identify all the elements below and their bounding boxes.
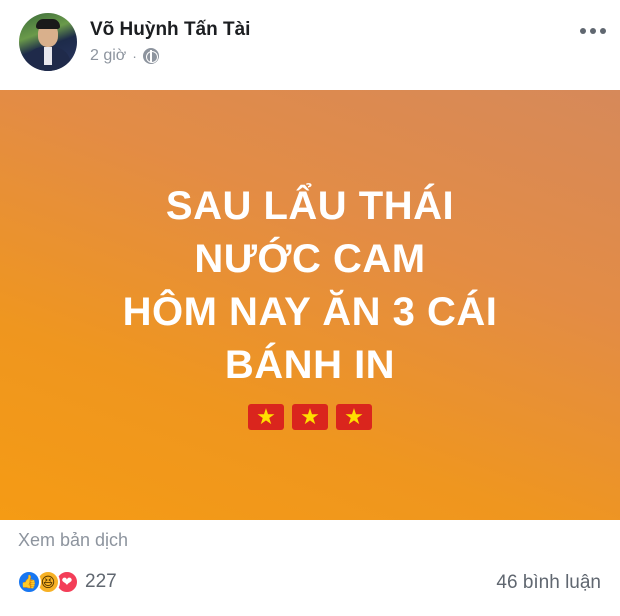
flags-row: ★ ★ ★ bbox=[248, 404, 372, 430]
like-icon: 👍 bbox=[17, 570, 41, 594]
comments-count-link[interactable]: 46 bình luận bbox=[496, 572, 601, 594]
meta-separator: · bbox=[132, 48, 137, 64]
banner-line-3: HÔM NAY ĂN 3 CÁI bbox=[122, 290, 498, 334]
avatar-shirt bbox=[44, 47, 52, 65]
author-name[interactable]: Võ Huỳnh Tấn Tài bbox=[90, 19, 250, 41]
vietnam-flag-icon: ★ bbox=[292, 404, 328, 430]
post-header: Võ Huỳnh Tấn Tài 2 giờ · bbox=[0, 0, 620, 90]
banner-line-1: SAU LẨU THÁI bbox=[165, 184, 455, 228]
more-options-icon[interactable] bbox=[580, 28, 606, 34]
more-dot bbox=[600, 28, 606, 34]
see-translation-link[interactable]: Xem bản dịch bbox=[18, 530, 128, 551]
flag-star: ★ bbox=[344, 404, 364, 429]
flag-star: ★ bbox=[300, 404, 320, 429]
more-dot bbox=[590, 28, 596, 34]
reactions-summary[interactable]: 👍 😆 ❤ 227 bbox=[17, 570, 117, 594]
banner-line-4: BÁNH IN bbox=[224, 343, 396, 387]
avatar[interactable] bbox=[19, 13, 77, 71]
more-dot bbox=[580, 28, 586, 34]
vietnam-flag-icon: ★ bbox=[336, 404, 372, 430]
status-banner: SAU LẨU THÁI NƯỚC CAM HÔM NAY ĂN 3 CÁI B… bbox=[0, 90, 620, 520]
banner-line-2: NƯỚC CAM bbox=[194, 237, 426, 281]
reaction-count: 227 bbox=[85, 571, 117, 592]
flag-star: ★ bbox=[256, 404, 276, 429]
vietnam-flag-icon: ★ bbox=[248, 404, 284, 430]
avatar-hair bbox=[36, 19, 60, 29]
post-meta: 2 giờ · bbox=[90, 47, 159, 65]
post-time[interactable]: 2 giờ bbox=[90, 47, 126, 65]
globe-icon[interactable] bbox=[142, 48, 159, 64]
